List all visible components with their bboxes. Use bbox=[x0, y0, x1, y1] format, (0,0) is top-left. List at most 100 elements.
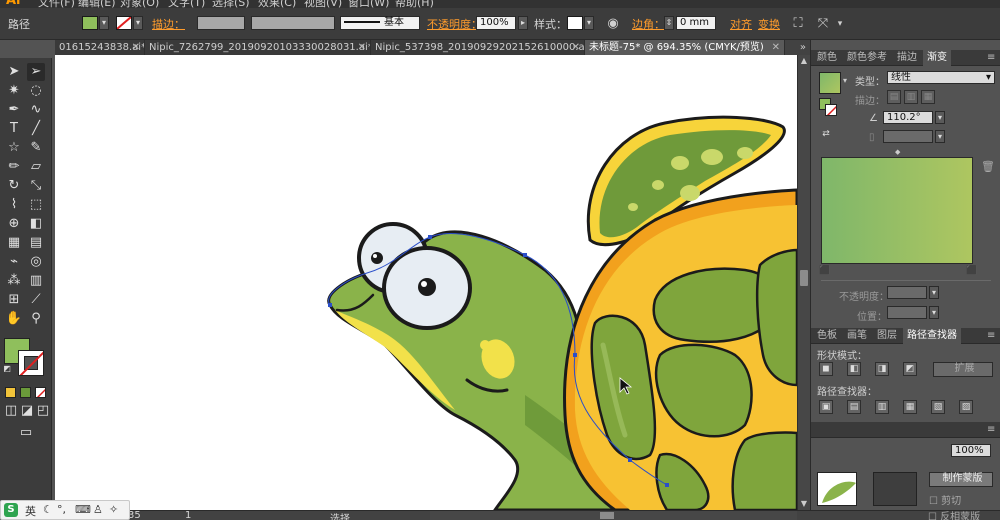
brush-definition-field[interactable]: 基本 bbox=[340, 16, 420, 30]
transparency-opacity-field[interactable]: 100% bbox=[951, 444, 991, 457]
tab-document-2[interactable]: Nipic_7262799_20190920103330028031.ai* ✕ bbox=[145, 40, 371, 55]
expand-button[interactable]: 扩展 bbox=[933, 362, 993, 377]
crop-icon[interactable]: ▦ bbox=[903, 400, 917, 414]
free-transform-tool-icon[interactable]: ⬚ bbox=[27, 196, 45, 214]
chevron-down-icon[interactable]: ▾ bbox=[832, 16, 848, 32]
rotate-tool-icon[interactable]: ↻ bbox=[5, 177, 23, 195]
menu-select[interactable]: 选择(S) bbox=[212, 0, 250, 8]
artboard-tool-icon[interactable]: ⊞ bbox=[5, 291, 23, 309]
gradient-mode-icon[interactable] bbox=[20, 387, 31, 398]
live-paint-tool-icon[interactable]: ◧ bbox=[27, 215, 45, 233]
artboard-canvas[interactable] bbox=[55, 55, 797, 510]
menu-object[interactable]: 对象(O) bbox=[120, 0, 159, 8]
opacity-field[interactable]: 100% bbox=[476, 16, 516, 30]
angle-dropdown[interactable]: ▾ bbox=[935, 111, 945, 124]
panel-menu-icon[interactable]: ≡ bbox=[983, 328, 999, 344]
mask-thumbnail[interactable] bbox=[873, 472, 917, 506]
pencil-tool-icon[interactable]: ✏ bbox=[5, 158, 23, 176]
scroll-up-icon[interactable]: ▲ bbox=[798, 55, 810, 67]
tab-document-active[interactable]: 未标题-75* @ 694.35% (CMYK/预览) ✕ bbox=[585, 40, 785, 55]
stroke-swatch[interactable] bbox=[116, 16, 132, 30]
stroke-gradient-across-icon[interactable]: ▦ bbox=[921, 90, 935, 104]
minus-back-icon[interactable]: ▨ bbox=[959, 400, 973, 414]
aspect-dropdown[interactable]: ▾ bbox=[935, 130, 945, 143]
paintbrush-tool-icon[interactable]: ✎ bbox=[27, 139, 45, 157]
tab-document-3[interactable]: Nipic_537398_20190929202152610000.ai* ✕ bbox=[371, 40, 585, 55]
lasso-tool-icon[interactable]: ◌ bbox=[27, 82, 45, 100]
recolor-icon[interactable]: ◉ bbox=[605, 16, 621, 32]
settings-icon[interactable]: ✧ bbox=[109, 503, 118, 516]
isolate-icon[interactable]: ⛶ bbox=[790, 16, 806, 32]
menu-file[interactable]: 文件(F) bbox=[38, 0, 75, 8]
menu-view[interactable]: 视图(V) bbox=[304, 0, 342, 8]
stroke-gradient-along-icon[interactable]: ▥ bbox=[904, 90, 918, 104]
symbol-sprayer-tool-icon[interactable]: ⁂ bbox=[5, 272, 23, 290]
gradient-stop-start-icon[interactable]: ⬛ bbox=[819, 266, 830, 276]
hand-tool-icon[interactable]: ✋ bbox=[5, 310, 23, 328]
magic-wand-tool-icon[interactable]: ✷ bbox=[5, 82, 23, 100]
close-icon[interactable]: ✕ bbox=[772, 40, 780, 55]
screen-mode-icon[interactable]: ▭ bbox=[15, 424, 37, 442]
fill-dropdown[interactable]: ▾ bbox=[99, 16, 109, 30]
stop-location-field[interactable] bbox=[887, 306, 927, 319]
default-colors-icon[interactable]: ◩ bbox=[2, 364, 12, 374]
gradient-thumbnail[interactable] bbox=[819, 72, 841, 94]
stroke-label[interactable]: 描边： bbox=[152, 16, 185, 32]
ime-mode[interactable]: 英 bbox=[25, 503, 36, 519]
stop-opacity-field[interactable] bbox=[887, 286, 927, 299]
blend-tool-icon[interactable]: ◎ bbox=[27, 253, 45, 271]
corner-stepper[interactable]: ⇕ bbox=[664, 16, 674, 30]
none-mode-icon[interactable] bbox=[35, 387, 46, 398]
minus-front-icon[interactable]: ◧ bbox=[847, 362, 861, 376]
scale-tool-icon[interactable]: ⤡ bbox=[27, 177, 45, 195]
gradient-aspect-field[interactable] bbox=[883, 130, 933, 143]
tab-color[interactable]: 颜色 bbox=[813, 50, 841, 66]
variable-width-field[interactable] bbox=[251, 16, 335, 30]
reverse-gradient-icon[interactable]: ⇄ bbox=[819, 128, 833, 142]
make-mask-button[interactable]: 制作蒙版 bbox=[929, 472, 993, 487]
align-link[interactable]: 对齐 bbox=[730, 16, 752, 32]
tab-document-1[interactable]: 01615243838.ai* ✕ bbox=[55, 40, 145, 55]
tab-swatches[interactable]: 色板 bbox=[813, 328, 841, 344]
clip-checkbox[interactable]: ☐ 剪切 bbox=[929, 492, 961, 507]
slice-tool-icon[interactable]: ⟋ bbox=[27, 291, 45, 309]
horizontal-scrollbar[interactable] bbox=[430, 511, 797, 520]
tab-layers[interactable]: 图层 bbox=[873, 328, 901, 344]
intersect-icon[interactable]: ◨ bbox=[875, 362, 889, 376]
outline-icon[interactable]: ▧ bbox=[931, 400, 945, 414]
gradient-tool-icon[interactable]: ▤ bbox=[27, 234, 45, 252]
transform-link[interactable]: 变换 bbox=[758, 16, 780, 32]
artboard-number[interactable]: 1 bbox=[185, 510, 191, 520]
warp-tool-icon[interactable]: ⌇ bbox=[5, 196, 23, 214]
menu-help[interactable]: 帮助(H) bbox=[395, 0, 434, 8]
tab-pathfinder[interactable]: 路径查找器 bbox=[903, 328, 961, 344]
graphic-style-dropdown[interactable]: ▾ bbox=[584, 16, 594, 30]
menu-window[interactable]: 窗口(W) bbox=[348, 0, 389, 8]
stop-location-dropdown[interactable]: ▾ bbox=[929, 306, 939, 319]
tab-color-guide[interactable]: 颜色参考 bbox=[843, 50, 891, 66]
selection-tool-icon[interactable]: ➤ bbox=[5, 63, 23, 81]
stroke-gradient-within-icon[interactable]: ▤ bbox=[887, 90, 901, 104]
gradient-angle-field[interactable]: 110.2° bbox=[883, 111, 933, 124]
menu-edit[interactable]: 编辑(E) bbox=[78, 0, 116, 8]
sogou-logo[interactable]: S bbox=[4, 503, 18, 517]
corner-label[interactable]: 边角： bbox=[632, 16, 665, 32]
close-icon[interactable]: ✕ bbox=[572, 40, 580, 55]
panel-menu-icon[interactable]: ≡ bbox=[983, 50, 999, 66]
type-tool-icon[interactable]: T bbox=[5, 120, 23, 138]
pen-tool-icon[interactable]: ✒ bbox=[5, 101, 23, 119]
eraser-tool-icon[interactable]: ▱ bbox=[27, 158, 45, 176]
midpoint-diamond-icon[interactable]: ◆ bbox=[895, 148, 900, 156]
punctuation-icon[interactable]: °, bbox=[57, 503, 66, 516]
trim-icon[interactable]: ▤ bbox=[847, 400, 861, 414]
invert-mask-checkbox[interactable]: ☐ 反相蒙版 bbox=[928, 508, 980, 520]
stroke-dropdown[interactable]: ▾ bbox=[133, 16, 143, 30]
tab-stroke[interactable]: 描边 bbox=[893, 50, 921, 66]
zoom-tool-icon[interactable]: ⚲ bbox=[27, 310, 45, 328]
arrange-icon[interactable]: ⤧ bbox=[815, 16, 831, 32]
close-icon[interactable]: ✕ bbox=[132, 40, 140, 55]
opacity-label[interactable]: 不透明度： bbox=[427, 16, 482, 32]
mesh-tool-icon[interactable]: ▦ bbox=[5, 234, 23, 252]
scroll-thumb[interactable] bbox=[600, 512, 614, 519]
tab-gradient[interactable]: 渐变 bbox=[923, 50, 951, 66]
